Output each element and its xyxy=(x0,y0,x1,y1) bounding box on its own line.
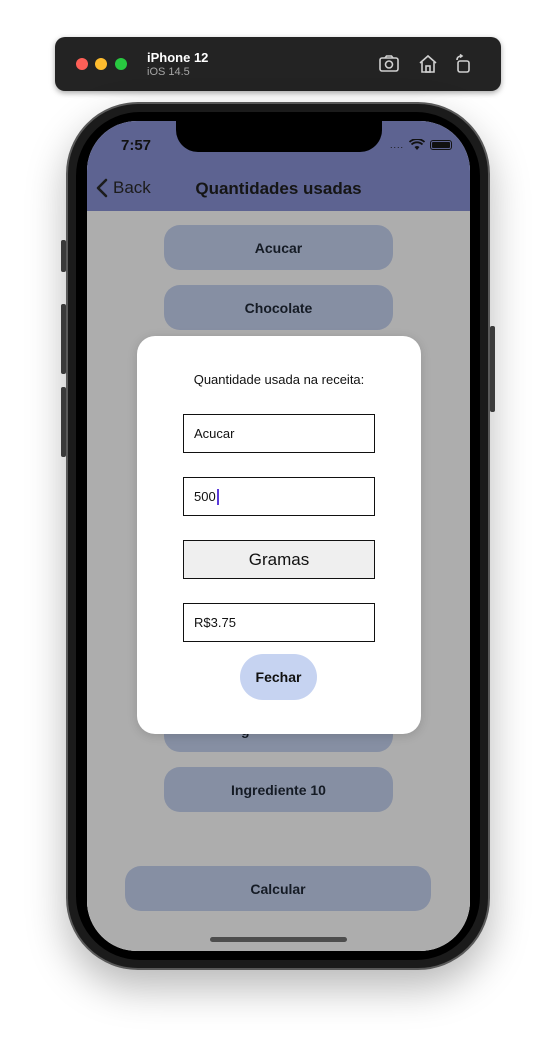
screenshot-icon[interactable] xyxy=(377,52,401,76)
home-indicator[interactable] xyxy=(210,937,347,942)
unit-value: Gramas xyxy=(248,549,310,569)
quantity-value: 500 xyxy=(194,489,216,504)
home-icon[interactable] xyxy=(416,52,440,76)
price-field[interactable]: R$3.75 xyxy=(183,603,375,642)
rotate-icon[interactable] xyxy=(451,52,475,76)
ingredient-name-field[interactable]: Acucar xyxy=(183,414,375,453)
unit-selector[interactable]: Gramas xyxy=(183,540,375,579)
os-version: iOS 14.5 xyxy=(147,66,190,78)
quantity-input[interactable]: 500 xyxy=(183,477,375,516)
minimize-window-button[interactable] xyxy=(95,58,107,70)
close-window-button[interactable] xyxy=(76,58,88,70)
zoom-window-button[interactable] xyxy=(115,58,127,70)
modal-title: Quantidade usada na receita: xyxy=(193,372,365,387)
text-cursor xyxy=(216,488,219,505)
price-value: R$3.75 xyxy=(194,615,236,630)
quantity-modal: Quantidade usada na receita: Acucar 500 … xyxy=(137,336,421,734)
close-button[interactable]: Fechar xyxy=(240,654,317,700)
ingredient-name-value: Acucar xyxy=(194,426,235,441)
simulator-toolbar: iPhone 12 iOS 14.5 xyxy=(55,37,501,91)
power-button xyxy=(490,326,495,412)
device-name: iPhone 12 xyxy=(147,50,209,65)
